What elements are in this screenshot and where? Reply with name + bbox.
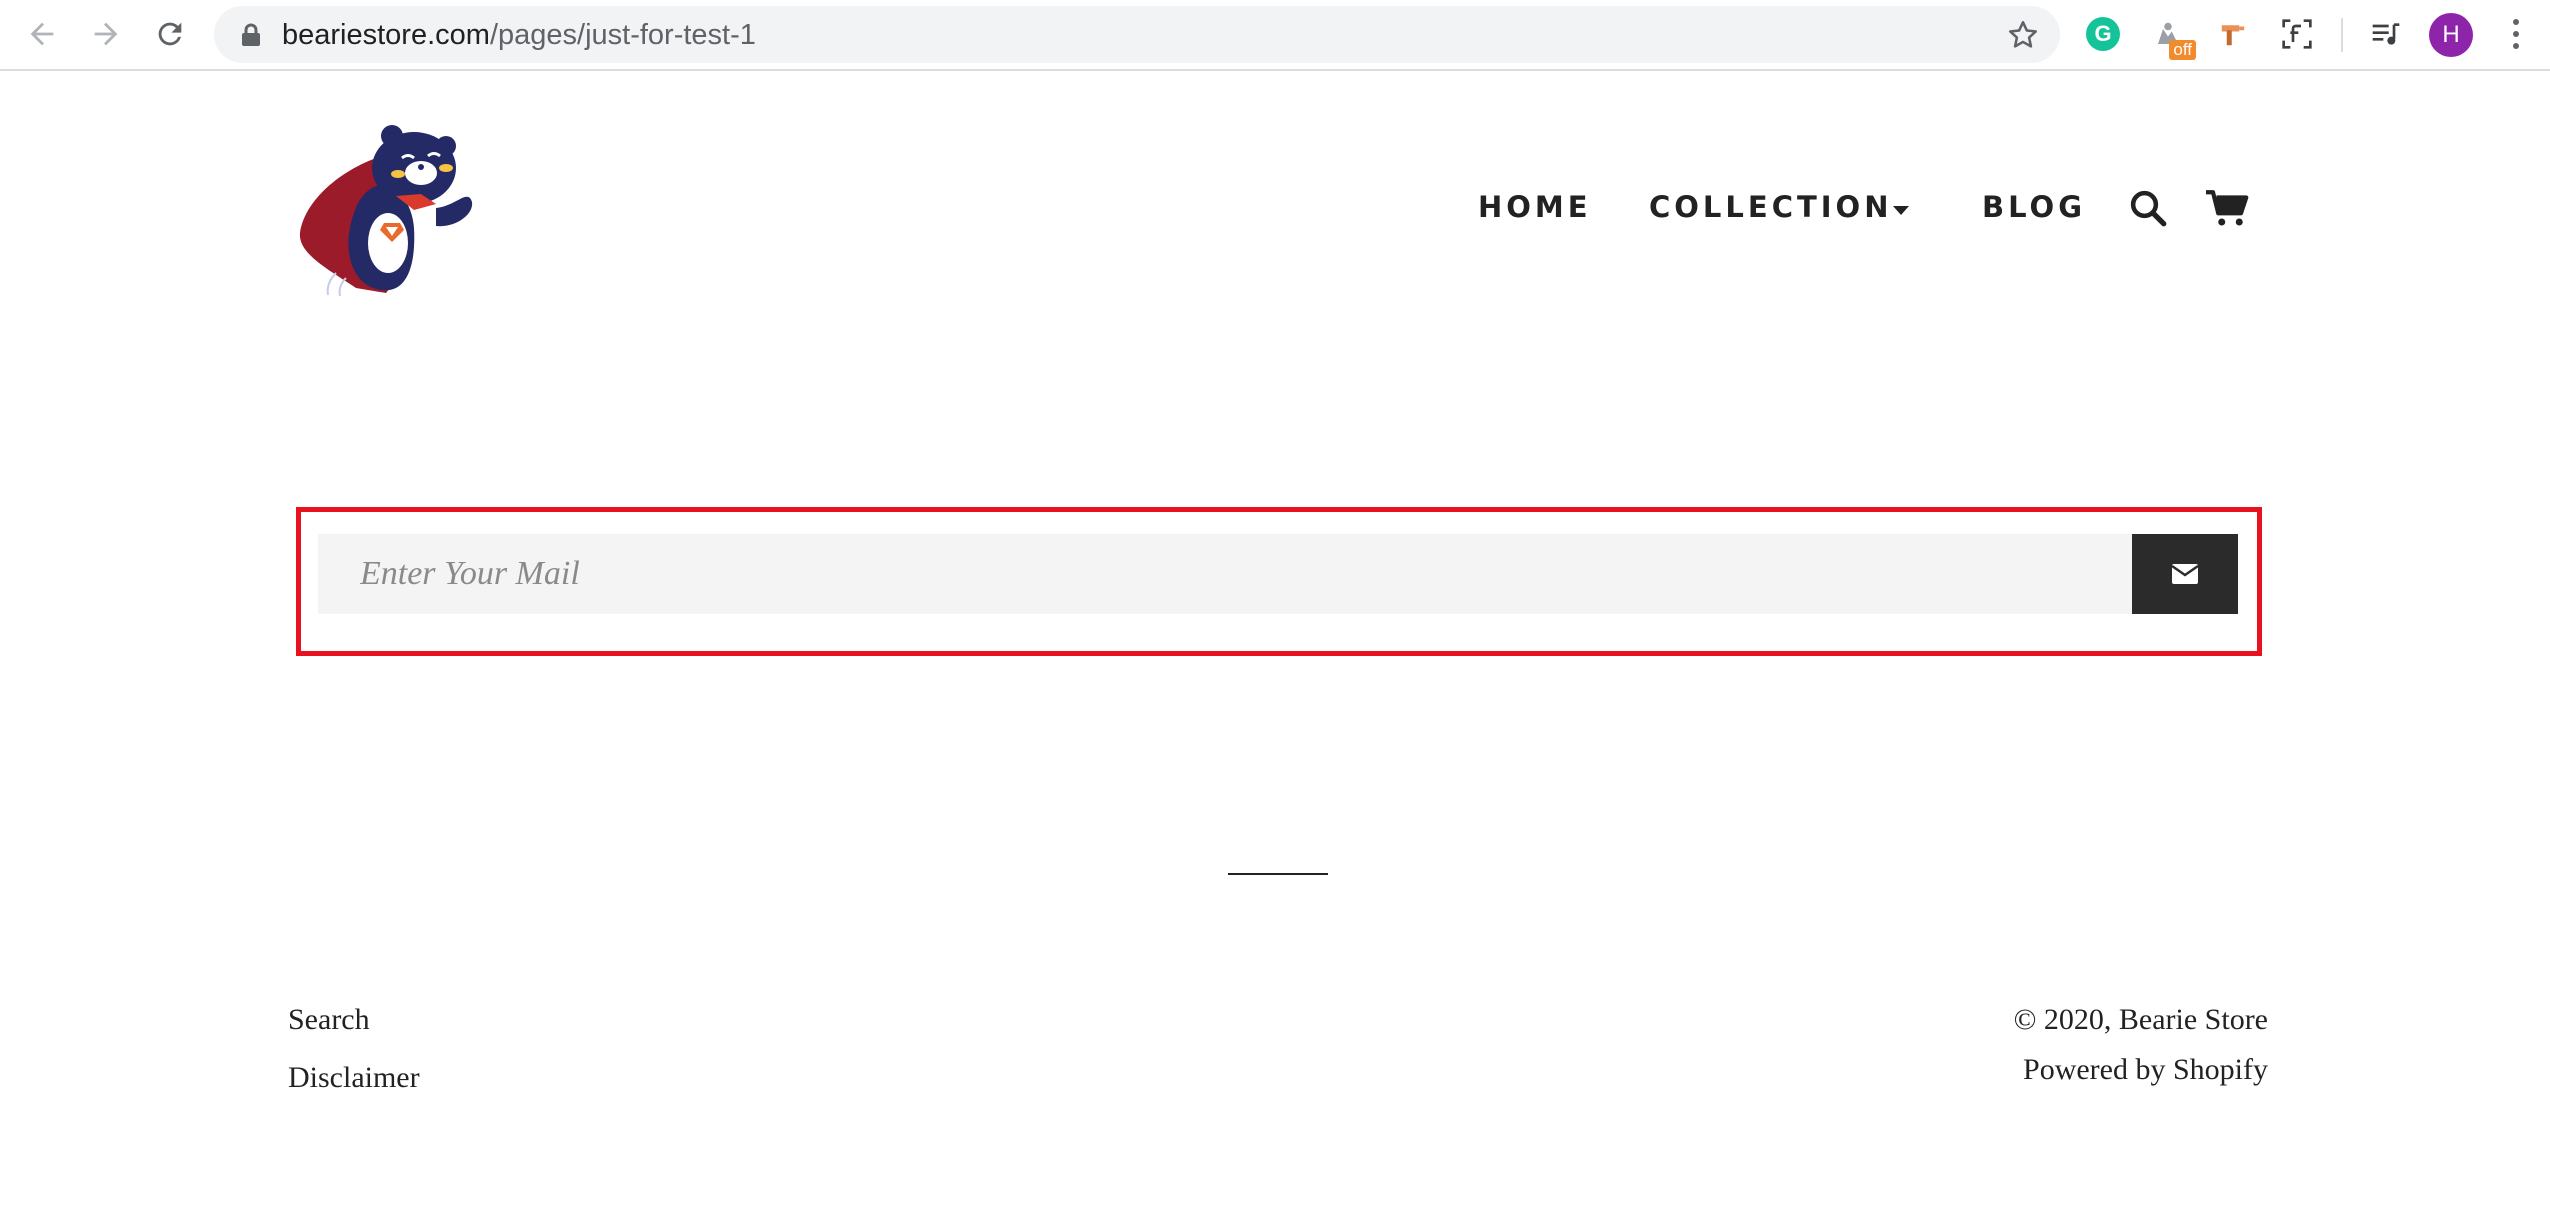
- powered-by-link[interactable]: Powered by Shopify: [2023, 1053, 2268, 1087]
- cart-icon[interactable]: [2204, 187, 2250, 229]
- hammer-tool-icon[interactable]: [2213, 14, 2253, 54]
- back-arrow-icon[interactable]: [22, 14, 62, 54]
- nav-blog[interactable]: BLOG: [1982, 190, 2086, 224]
- address-bar[interactable]: beariestore.com/pages/just-for-test-1: [214, 6, 2060, 63]
- kebab-menu-icon[interactable]: [2498, 14, 2534, 54]
- grammarly-letter: G: [2086, 17, 2120, 51]
- browser-toolbar: beariestore.com/pages/just-for-test-1 G …: [0, 0, 2550, 71]
- url-text: beariestore.com/pages/just-for-test-1: [282, 19, 756, 52]
- search-icon[interactable]: [2127, 187, 2169, 229]
- url-host: beariestore.com: [282, 19, 490, 51]
- envelope-icon: [2171, 564, 2199, 584]
- nav-collection[interactable]: COLLECTION: [1649, 190, 1892, 224]
- caret-down-icon[interactable]: [1893, 206, 1909, 215]
- forward-arrow-icon[interactable]: [86, 14, 126, 54]
- media-queue-icon[interactable]: [2366, 14, 2406, 54]
- copyright-text: © 2020, Bearie Store: [2013, 1003, 2268, 1036]
- reload-icon[interactable]: [150, 14, 190, 54]
- lock-icon: [242, 23, 260, 46]
- font-f-icon[interactable]: [2277, 14, 2317, 54]
- star-icon[interactable]: [2006, 18, 2040, 52]
- extension-off-icon[interactable]: off: [2148, 14, 2196, 60]
- footer-link-disclaimer[interactable]: Disclaimer: [288, 1061, 420, 1095]
- url-path: /pages/just-for-test-1: [489, 19, 756, 51]
- nav-home[interactable]: HOME: [1478, 190, 1592, 224]
- subscribe-button[interactable]: [2132, 534, 2238, 614]
- toolbar-divider: [2341, 18, 2343, 52]
- footer-link-search[interactable]: Search: [288, 1003, 370, 1037]
- email-field[interactable]: [318, 534, 2132, 614]
- grammarly-icon[interactable]: G: [2083, 14, 2123, 54]
- footer-divider: [1228, 873, 1328, 875]
- off-badge: off: [2169, 40, 2196, 60]
- profile-avatar[interactable]: H: [2429, 13, 2473, 57]
